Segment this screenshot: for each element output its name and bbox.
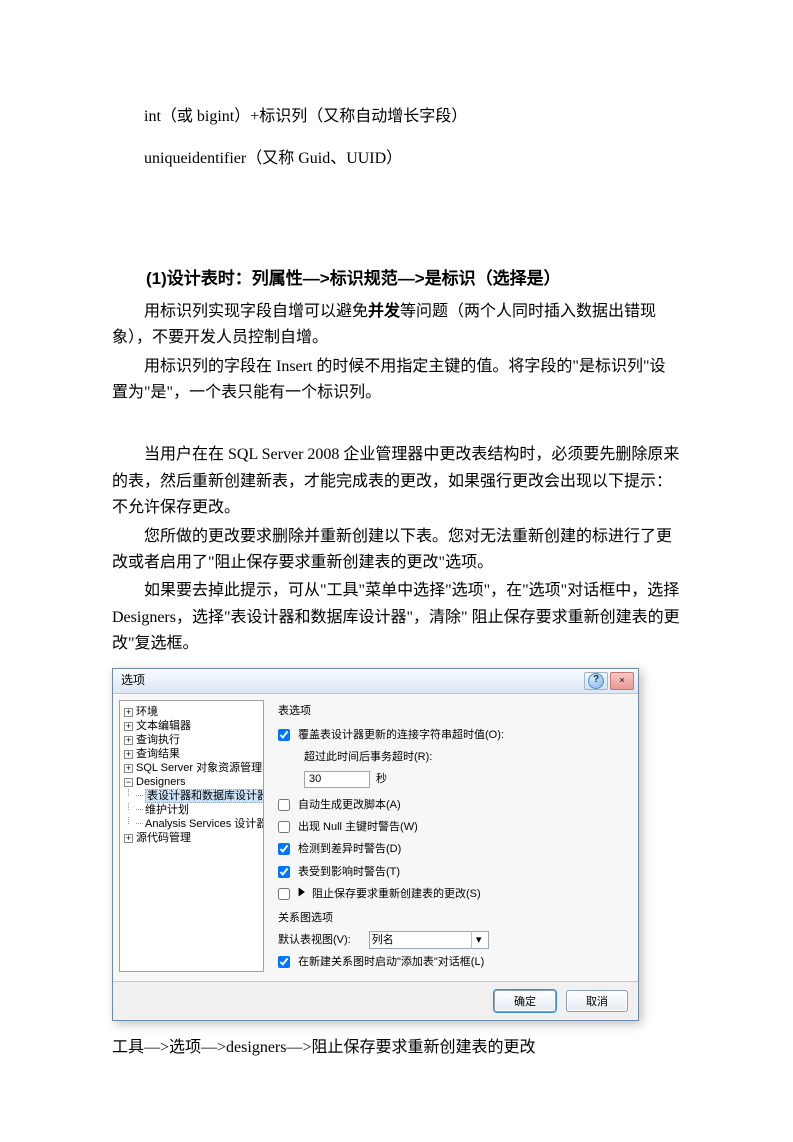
- tree-item-queryresult[interactable]: 查询结果: [136, 748, 180, 760]
- default-view-value: 列名: [372, 931, 394, 949]
- expand-icon[interactable]: +: [124, 834, 133, 843]
- prevent-save-checkbox[interactable]: [278, 888, 290, 900]
- paragraph-1: 用标识列实现字段自增可以避免并发等问题（两个人同时插入数据出错现象），不要开发人…: [112, 299, 681, 352]
- autoscript-label: 自动生成更改脚本(A): [298, 796, 401, 814]
- tree-item-env[interactable]: 环境: [136, 706, 158, 718]
- nav-tree[interactable]: +环境 +文本编辑器 +查询执行 +查询结果 +SQL Server 对象资源管…: [119, 700, 264, 972]
- tree-item-sqlserver[interactable]: SQL Server 对象资源管理器: [136, 762, 264, 774]
- dialog-title: 选项: [121, 671, 145, 691]
- expand-icon[interactable]: +: [124, 750, 133, 759]
- timeout-label: 超过此时间后事务超时(R):: [304, 748, 628, 766]
- dialog-footer: 确定 取消: [113, 981, 638, 1020]
- table-options-heading: 表选项: [278, 702, 628, 720]
- cursor-icon: [298, 887, 308, 901]
- nullpk-label: 出现 Null 主键时警告(W): [298, 818, 418, 836]
- override-timeout-label: 覆盖表设计器更新的连接字符串超时值(O):: [298, 726, 504, 744]
- affected-checkbox[interactable]: [278, 866, 290, 878]
- timeout-unit: 秒: [376, 770, 387, 788]
- nullpk-checkbox[interactable]: [278, 821, 290, 833]
- dialog-titlebar[interactable]: 选项 ? ×: [113, 669, 638, 694]
- default-view-select[interactable]: 列名 ▾: [369, 931, 489, 949]
- paragraph-4: 您所做的更改要求删除并重新创建以下表。您对无法重新创建的标进行了更改或者启用了"…: [112, 524, 681, 577]
- tree-item-designers[interactable]: Designers: [136, 776, 186, 788]
- cancel-button[interactable]: 取消: [566, 990, 628, 1012]
- default-view-label: 默认表视图(V):: [278, 931, 351, 949]
- paragraph-3: 当用户在在 SQL Server 2008 企业管理器中更改表结构时，必须要先删…: [112, 442, 681, 521]
- expand-icon[interactable]: +: [124, 764, 133, 773]
- help-icon: ?: [588, 673, 604, 689]
- help-button[interactable]: ?: [584, 672, 608, 690]
- expand-icon[interactable]: +: [124, 708, 133, 717]
- override-timeout-checkbox[interactable]: [278, 729, 290, 741]
- affected-label: 表受到影响时警告(T): [298, 863, 400, 881]
- intro-line-2: uniqueidentifier（又称 Guid、UUID）: [112, 146, 681, 172]
- diff-checkbox[interactable]: [278, 843, 290, 855]
- close-icon: ×: [619, 673, 624, 688]
- diagram-options-heading: 关系图选项: [278, 909, 628, 927]
- intro-line-1: int（或 bigint）+标识列（又称自动增长字段）: [112, 104, 681, 130]
- tree-item-texteditor[interactable]: 文本编辑器: [136, 720, 191, 732]
- tree-item-sourcecontrol[interactable]: 源代码管理: [136, 832, 191, 844]
- section-heading: (1)设计表时：列属性—>标识规范—>是标识（选择是）: [112, 265, 681, 293]
- addtable-checkbox[interactable]: [278, 956, 290, 968]
- close-button[interactable]: ×: [610, 672, 634, 690]
- caption: 工具—>选项—>designers—>阻止保存要求重新创建表的更改: [112, 1035, 681, 1061]
- tree-item-maintenance[interactable]: 维护计划: [145, 804, 189, 816]
- expand-icon[interactable]: +: [124, 736, 133, 745]
- ok-button[interactable]: 确定: [494, 990, 556, 1012]
- collapse-icon[interactable]: −: [124, 778, 133, 787]
- tree-item-queryexec[interactable]: 查询执行: [136, 734, 180, 746]
- options-dialog: 选项 ? × +环境 +文本编辑器 +查询执行 +查询结果 +SQL Serve…: [112, 668, 639, 1022]
- prevent-save-label: 阻止保存要求重新创建表的更改(S): [312, 885, 481, 903]
- chevron-down-icon: ▾: [471, 931, 486, 949]
- autoscript-checkbox[interactable]: [278, 799, 290, 811]
- timeout-input[interactable]: [304, 771, 370, 788]
- tree-item-tabledesigner[interactable]: 表设计器和数据库设计器: [145, 789, 264, 803]
- paragraph-2: 用标识列的字段在 Insert 的时候不用指定主键的值。将字段的"是标识列"设置…: [112, 354, 681, 407]
- expand-icon[interactable]: +: [124, 722, 133, 731]
- tree-item-analysis[interactable]: Analysis Services 设计器: [145, 818, 264, 830]
- paragraph-5: 如果要去掉此提示，可从"工具"菜单中选择"选项"，在"选项"对话框中，选择 De…: [112, 578, 681, 657]
- diff-label: 检测到差异时警告(D): [298, 840, 401, 858]
- addtable-label: 在新建关系图时启动"添加表"对话框(L): [298, 953, 484, 971]
- options-pane: 表选项 覆盖表设计器更新的连接字符串超时值(O): 超过此时间后事务超时(R):…: [264, 694, 638, 982]
